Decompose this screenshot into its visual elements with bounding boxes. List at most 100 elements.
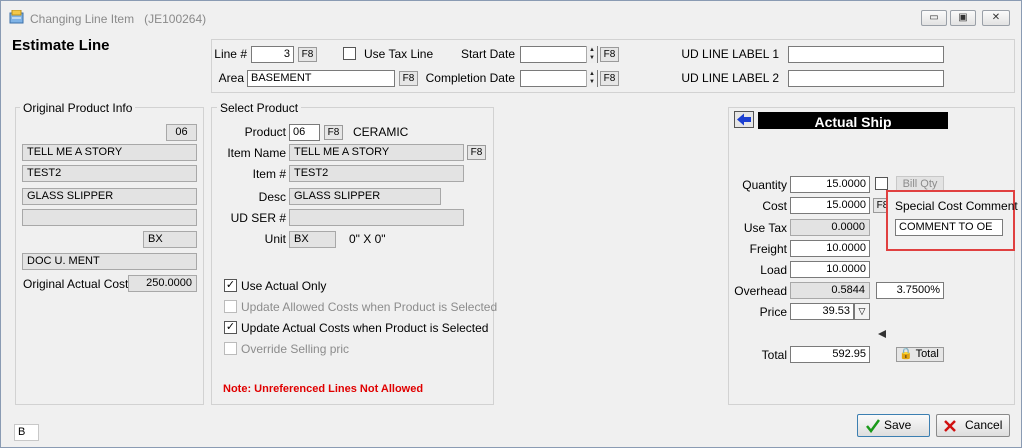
price-label: Price bbox=[759, 305, 787, 319]
unit-label: Unit bbox=[264, 232, 286, 246]
restore-icon: ▣ bbox=[958, 12, 968, 23]
back-arrow-button[interactable] bbox=[734, 111, 754, 128]
window-title: Changing Line Item (JE100264) bbox=[30, 12, 207, 26]
actual-ship-header: Actual Ship bbox=[758, 112, 948, 130]
line-number-input[interactable]: 3 bbox=[251, 46, 294, 63]
total-button[interactable]: 🔒 Total bbox=[896, 347, 944, 362]
lock-icon: 🔒 bbox=[899, 348, 913, 360]
original-desc: GLASS SLIPPER bbox=[22, 188, 197, 205]
chevron-down-icon: ▽ bbox=[858, 306, 866, 316]
completion-date-f8-button[interactable]: F8 bbox=[600, 71, 619, 86]
freight-input[interactable]: 10.0000 bbox=[790, 240, 870, 257]
ud-ser-label: UD SER # bbox=[230, 211, 286, 225]
minimize-icon: ▭ bbox=[929, 12, 939, 23]
cancel-label: Cancel bbox=[965, 418, 1003, 432]
quantity-label: Quantity bbox=[742, 178, 787, 192]
total-button-label: Total bbox=[915, 348, 939, 360]
title-bar: Changing Line Item (JE100264) ▭ ▣ ✕ bbox=[1, 1, 1021, 31]
start-date-label: Start Date bbox=[460, 47, 515, 61]
app-icon bbox=[9, 10, 24, 24]
original-unit: BX bbox=[143, 231, 197, 248]
ud-ser-field bbox=[289, 209, 464, 226]
item-number-label: Item # bbox=[252, 167, 286, 181]
start-date-spinner[interactable]: ▲ ▼ bbox=[586, 46, 597, 63]
x-icon bbox=[944, 420, 956, 432]
cancel-button[interactable]: Cancel bbox=[936, 414, 1010, 437]
use-tax-label: Use Tax bbox=[743, 221, 787, 235]
load-label: Load bbox=[760, 263, 787, 277]
changing-line-item-window: Changing Line Item (JE100264) ▭ ▣ ✕ Esti… bbox=[0, 0, 1022, 448]
left-triangle-icon bbox=[878, 330, 886, 338]
area-label: Area bbox=[218, 71, 244, 85]
total-label: Total bbox=[761, 348, 787, 362]
close-icon: ✕ bbox=[991, 12, 1001, 23]
update-actual-costs-label: Update Actual Costs when Product is Sele… bbox=[241, 321, 489, 335]
left-arrow-icon bbox=[737, 113, 751, 126]
overhead-percent-input[interactable]: 3.7500% bbox=[876, 282, 944, 299]
cost-input[interactable]: 15.0000 bbox=[790, 197, 870, 214]
ud-line-label-2: UD LINE LABEL 2 bbox=[681, 71, 779, 85]
load-input[interactable]: 10.0000 bbox=[790, 261, 870, 278]
product-label: Product bbox=[244, 125, 286, 139]
unit-field: BX bbox=[289, 231, 336, 248]
original-product-code: 06 bbox=[166, 124, 197, 141]
original-product-info-label: Original Product Info bbox=[20, 101, 136, 115]
use-tax-field: 0.0000 bbox=[790, 219, 870, 236]
product-input[interactable]: 06 bbox=[289, 124, 320, 141]
save-button[interactable]: Save bbox=[857, 414, 930, 437]
overhead-label: Overhead bbox=[734, 284, 787, 298]
original-ud-ser bbox=[22, 209, 197, 226]
select-product-label: Select Product bbox=[217, 101, 302, 115]
desc-label: Desc bbox=[258, 190, 286, 204]
area-input[interactable]: BASEMENT bbox=[247, 70, 395, 87]
product-name-text: CERAMIC bbox=[353, 125, 409, 139]
original-doc-ment: DOC U. MENT bbox=[22, 253, 197, 270]
special-cost-comment-input[interactable]: COMMENT TO OE bbox=[895, 219, 1003, 236]
original-actual-cost-label: Original Actual Cost: bbox=[23, 277, 132, 291]
freight-label: Freight bbox=[749, 242, 787, 256]
save-label: Save bbox=[884, 418, 912, 432]
total-input[interactable]: 592.95 bbox=[790, 346, 870, 363]
line-number-f8-button[interactable]: F8 bbox=[298, 47, 317, 62]
item-number-field: TEST2 bbox=[289, 165, 464, 182]
bill-qty-checkbox[interactable] bbox=[875, 177, 888, 190]
use-tax-line-checkbox[interactable] bbox=[343, 47, 356, 60]
item-name-label: Item Name bbox=[227, 146, 286, 160]
close-button[interactable]: ✕ bbox=[982, 10, 1010, 26]
minimize-button[interactable]: ▭ bbox=[921, 10, 947, 26]
update-allowed-costs-checkbox[interactable] bbox=[224, 300, 237, 313]
ud-line-input-2[interactable] bbox=[788, 70, 944, 87]
page-title: Estimate Line bbox=[12, 37, 110, 54]
item-name-field: TELL ME A STORY bbox=[289, 144, 464, 161]
desc-field: GLASS SLIPPER bbox=[289, 188, 441, 205]
original-item-number: TEST2 bbox=[22, 165, 197, 182]
area-f8-button[interactable]: F8 bbox=[399, 71, 418, 86]
original-item-name: TELL ME A STORY bbox=[22, 144, 197, 161]
status-field: B bbox=[14, 424, 39, 441]
use-actual-only-checkbox[interactable]: ✓ bbox=[224, 279, 237, 292]
completion-date-label: Completion Date bbox=[425, 71, 515, 85]
override-selling-checkbox[interactable] bbox=[224, 342, 237, 355]
special-cost-comment-label: Special Cost Comment bbox=[895, 199, 1018, 213]
line-number-label: Line # bbox=[214, 47, 247, 61]
unreferenced-lines-note: Note: Unreferenced Lines Not Allowed bbox=[223, 383, 424, 395]
product-f8-button[interactable]: F8 bbox=[324, 125, 343, 140]
use-actual-only-label: Use Actual Only bbox=[241, 279, 327, 293]
price-dropdown-button[interactable]: ▽ bbox=[854, 303, 870, 320]
ud-line-input-1[interactable] bbox=[788, 46, 944, 63]
ud-line-label-1: UD LINE LABEL 1 bbox=[681, 47, 779, 61]
original-actual-cost-value: 250.0000 bbox=[128, 275, 197, 292]
completion-date-spinner[interactable]: ▲ ▼ bbox=[586, 70, 597, 87]
overhead-field: 0.5844 bbox=[790, 282, 870, 299]
use-tax-line-label: Use Tax Line bbox=[364, 47, 434, 61]
price-input[interactable]: 39.53 bbox=[790, 303, 854, 320]
start-date-f8-button[interactable]: F8 bbox=[600, 47, 619, 62]
cost-label: Cost bbox=[762, 199, 787, 213]
quantity-input[interactable]: 15.0000 bbox=[790, 176, 870, 193]
item-name-f8-button[interactable]: F8 bbox=[467, 145, 486, 160]
restore-button[interactable]: ▣ bbox=[950, 10, 976, 26]
checkmark-icon bbox=[866, 419, 880, 433]
update-actual-costs-checkbox[interactable]: ✓ bbox=[224, 321, 237, 334]
override-selling-label: Override Selling pric bbox=[241, 342, 350, 356]
update-allowed-costs-label: Update Allowed Costs when Product is Sel… bbox=[241, 300, 498, 314]
